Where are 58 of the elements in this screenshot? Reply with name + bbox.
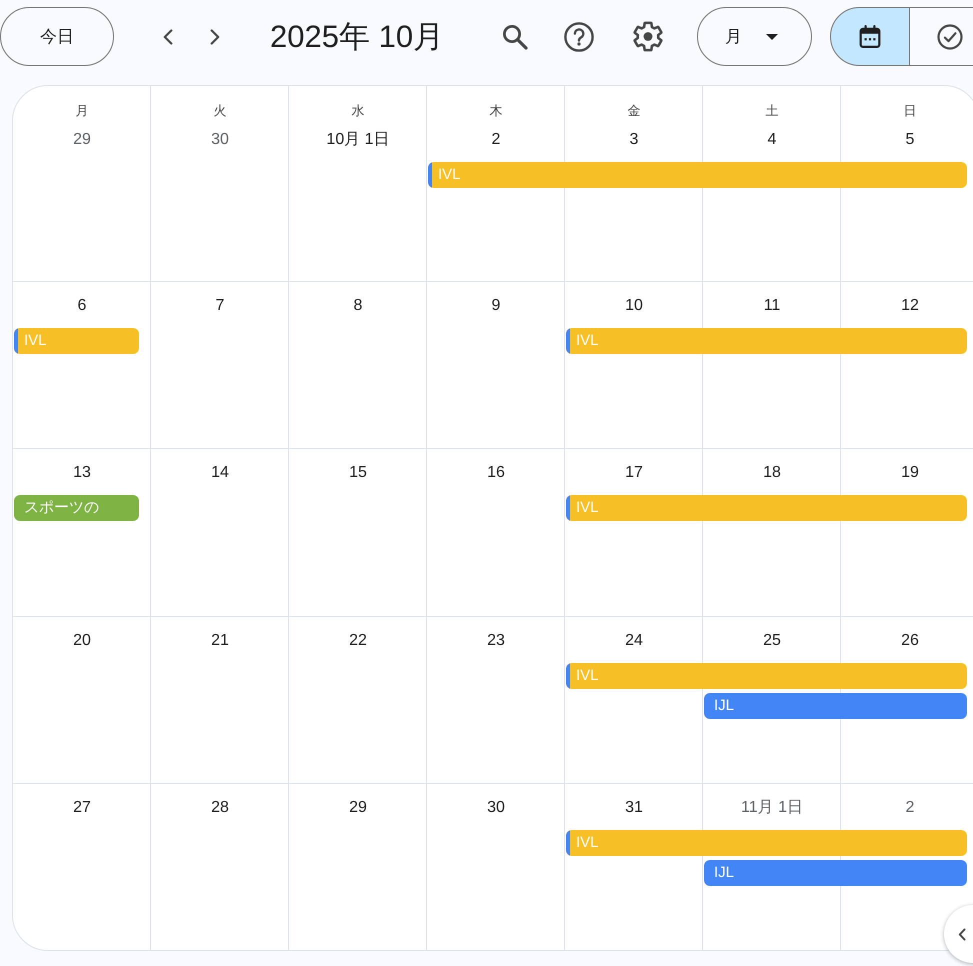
date-label[interactable]: 27 [73, 796, 91, 820]
date-label[interactable]: 31 [625, 796, 643, 820]
event-chip[interactable]: IJL [704, 860, 967, 886]
date-label[interactable]: 19 [901, 461, 919, 486]
date-label[interactable]: 14 [211, 461, 229, 486]
date-label[interactable]: 4 [768, 128, 776, 152]
date-label[interactable]: 28 [211, 796, 229, 820]
today-button[interactable]: 今日 [0, 7, 114, 66]
date-label[interactable]: 13 [73, 461, 91, 486]
chevron-right-icon[interactable] [210, 28, 220, 44]
date-label[interactable]: 18 [763, 461, 781, 486]
date-label[interactable]: 29 [349, 796, 367, 820]
date-label[interactable]: 10月 1日 [326, 128, 390, 152]
tasks-view-button[interactable] [910, 7, 973, 66]
weekday-label: 水 [352, 102, 364, 120]
date-label[interactable]: 10 [625, 294, 643, 318]
chevron-left-icon [958, 928, 966, 940]
date-label[interactable]: 7 [216, 294, 224, 318]
date-label[interactable]: 21 [211, 628, 229, 652]
weekday-label: 日 [904, 102, 916, 120]
calendar-icon [859, 25, 881, 48]
caret-down-icon [766, 34, 778, 40]
date-label[interactable]: 20 [73, 628, 91, 652]
help-icon[interactable] [564, 22, 594, 52]
search-icon[interactable] [502, 24, 528, 50]
date-label[interactable]: 29 [73, 128, 91, 152]
weekday-label: 月 [76, 102, 88, 120]
calendar-view-button[interactable] [830, 7, 910, 66]
date-label[interactable]: 30 [211, 128, 229, 152]
date-label[interactable]: 11月 1日 [741, 796, 803, 820]
weekday-label: 木 [490, 102, 502, 120]
date-label[interactable]: 3 [630, 128, 638, 152]
date-label[interactable]: 24 [625, 628, 643, 652]
date-label[interactable]: 2 [492, 128, 500, 152]
weekday-label: 金 [628, 102, 640, 120]
chevron-left-icon[interactable] [163, 28, 173, 44]
date-label[interactable]: 26 [901, 628, 919, 652]
date-label[interactable]: 30 [487, 796, 505, 820]
date-label[interactable]: 11 [764, 294, 780, 318]
date-label[interactable]: 15 [349, 461, 367, 486]
check-circle-icon [936, 24, 962, 50]
date-label[interactable]: 23 [487, 628, 505, 652]
date-label[interactable]: 5 [906, 128, 914, 152]
date-label[interactable]: 22 [349, 628, 367, 652]
date-label[interactable]: 9 [492, 294, 500, 318]
date-label[interactable]: 17 [625, 461, 643, 486]
date-label[interactable]: 25 [763, 628, 781, 652]
date-label[interactable]: 16 [487, 461, 505, 486]
settings-icon[interactable] [633, 21, 663, 52]
date-label[interactable]: 12 [901, 294, 919, 318]
event-chip[interactable]: IJL [704, 692, 967, 718]
date-label[interactable]: 2 [906, 796, 914, 820]
month-title: 2025年 10月 [270, 18, 444, 56]
weekday-label: 土 [766, 102, 778, 120]
weekday-label: 火 [214, 102, 226, 120]
date-label[interactable]: 8 [354, 294, 362, 318]
view-dropdown[interactable]: 月 [697, 7, 812, 66]
date-label[interactable]: 6 [78, 294, 86, 318]
